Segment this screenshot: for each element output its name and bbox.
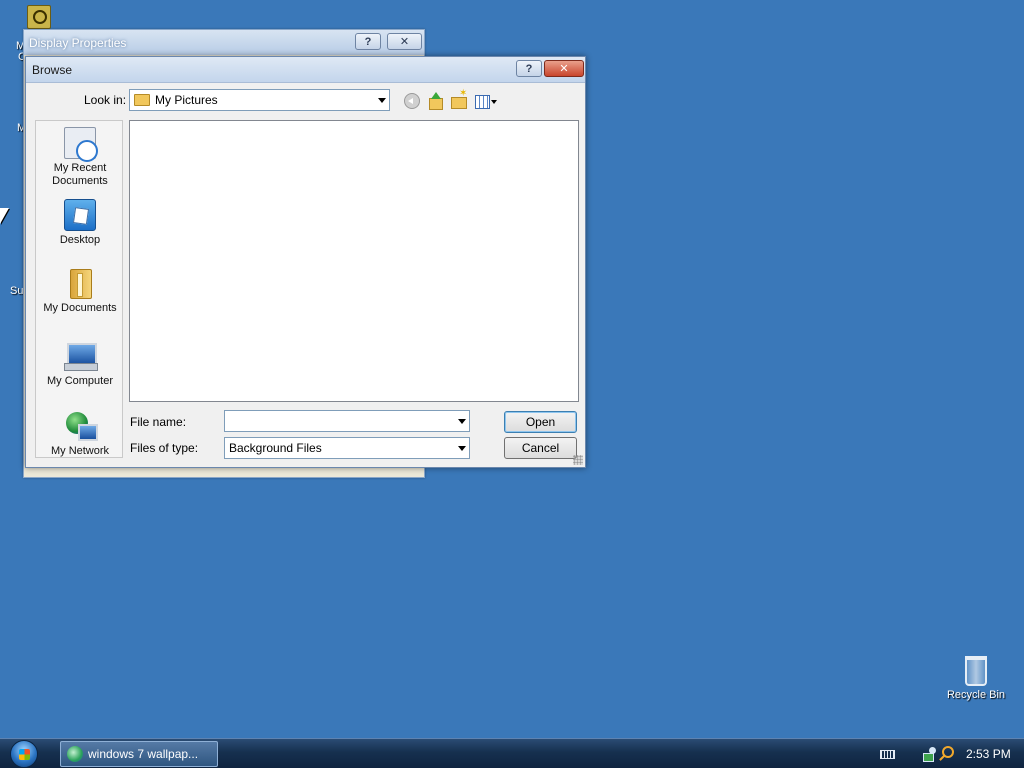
cancel-button[interactable]: Cancel	[504, 437, 577, 459]
places-item-label: My Recent	[53, 162, 107, 174]
my-computer-icon	[64, 340, 98, 372]
control-panel-icon	[27, 5, 51, 29]
places-item-my-computer[interactable]: My Computer	[36, 340, 124, 388]
places-item-my-network[interactable]: My Network	[36, 410, 124, 458]
my-documents-icon	[64, 267, 96, 299]
chevron-down-icon	[458, 446, 466, 451]
look-in-value: My Pictures	[155, 93, 218, 107]
places-item-my-documents[interactable]: My Documents	[36, 267, 124, 315]
my-network-icon	[64, 410, 98, 442]
open-button[interactable]: Open	[504, 411, 577, 433]
mouse-cursor-icon	[0, 208, 9, 224]
network-tray-icon[interactable]	[923, 747, 937, 762]
places-item-label: My Computer	[46, 375, 114, 387]
close-button[interactable]: ✕	[544, 60, 584, 77]
recycle-bin-label: Recycle Bin	[946, 689, 1006, 701]
back-icon[interactable]	[404, 93, 420, 109]
display-properties-titlebar[interactable]: Display Properties ? ✕	[24, 30, 424, 55]
recycle-bin[interactable]: Recycle Bin	[943, 656, 1009, 701]
clock[interactable]: 2:53 PM	[966, 747, 1011, 761]
files-of-type-label: Files of type:	[130, 441, 199, 455]
look-in-label: Look in:	[84, 93, 127, 107]
look-in-dropdown[interactable]: My Pictures	[129, 89, 390, 111]
up-one-level-icon[interactable]	[427, 92, 443, 110]
recycle-bin-icon	[965, 656, 987, 686]
display-properties-title: Display Properties	[29, 35, 127, 50]
taskbar-item[interactable]: windows 7 wallpap...	[60, 741, 218, 767]
places-item-label: Documents	[52, 175, 108, 187]
file-list-view[interactable]	[129, 120, 579, 402]
close-button[interactable]: ✕	[387, 33, 422, 50]
taskbar-item-label: windows 7 wallpap...	[88, 747, 199, 761]
file-name-input[interactable]	[229, 414, 449, 428]
file-name-label: File name:	[130, 415, 187, 429]
places-item-desktop[interactable]: Desktop	[36, 199, 124, 247]
new-folder-icon[interactable]	[450, 88, 467, 109]
browser-icon	[67, 746, 83, 762]
places-item-recent-documents[interactable]: My Recent Documents	[36, 127, 124, 188]
browse-dialog: Browse ? ✕ Look in: My Pictures My Recen…	[25, 56, 586, 468]
browse-titlebar[interactable]: Browse ? ✕	[26, 57, 585, 83]
places-item-label: Desktop	[59, 234, 101, 246]
desktop-label-partial: Su	[10, 285, 24, 297]
resize-grip-icon[interactable]	[573, 455, 583, 465]
chevron-down-icon[interactable]	[458, 419, 466, 424]
browse-title: Browse	[32, 62, 73, 77]
desktop-shortcut-icon[interactable]	[26, 5, 52, 32]
views-menu-icon[interactable]	[474, 93, 498, 109]
files-of-type-value: Background Files	[229, 441, 322, 455]
chevron-down-icon	[378, 98, 386, 103]
taskbar: windows 7 wallpap... 2:53 PM	[0, 738, 1024, 768]
file-name-field[interactable]	[224, 410, 470, 432]
help-button[interactable]: ?	[516, 60, 542, 77]
files-of-type-dropdown[interactable]: Background Files	[224, 437, 470, 459]
start-button[interactable]	[10, 740, 38, 768]
pictures-folder-icon	[134, 94, 150, 106]
places-item-label: My Documents	[43, 302, 117, 314]
recent-documents-icon	[64, 127, 98, 162]
places-bar: My Recent Documents Desktop My Documents…	[35, 120, 123, 458]
search-icon[interactable]	[942, 746, 954, 758]
desktop-icon	[64, 199, 96, 231]
keyboard-icon[interactable]	[880, 750, 895, 759]
look-in-row: Look in: My Pictures	[26, 87, 585, 113]
help-button[interactable]: ?	[355, 33, 381, 50]
places-item-label: My Network	[50, 445, 110, 457]
